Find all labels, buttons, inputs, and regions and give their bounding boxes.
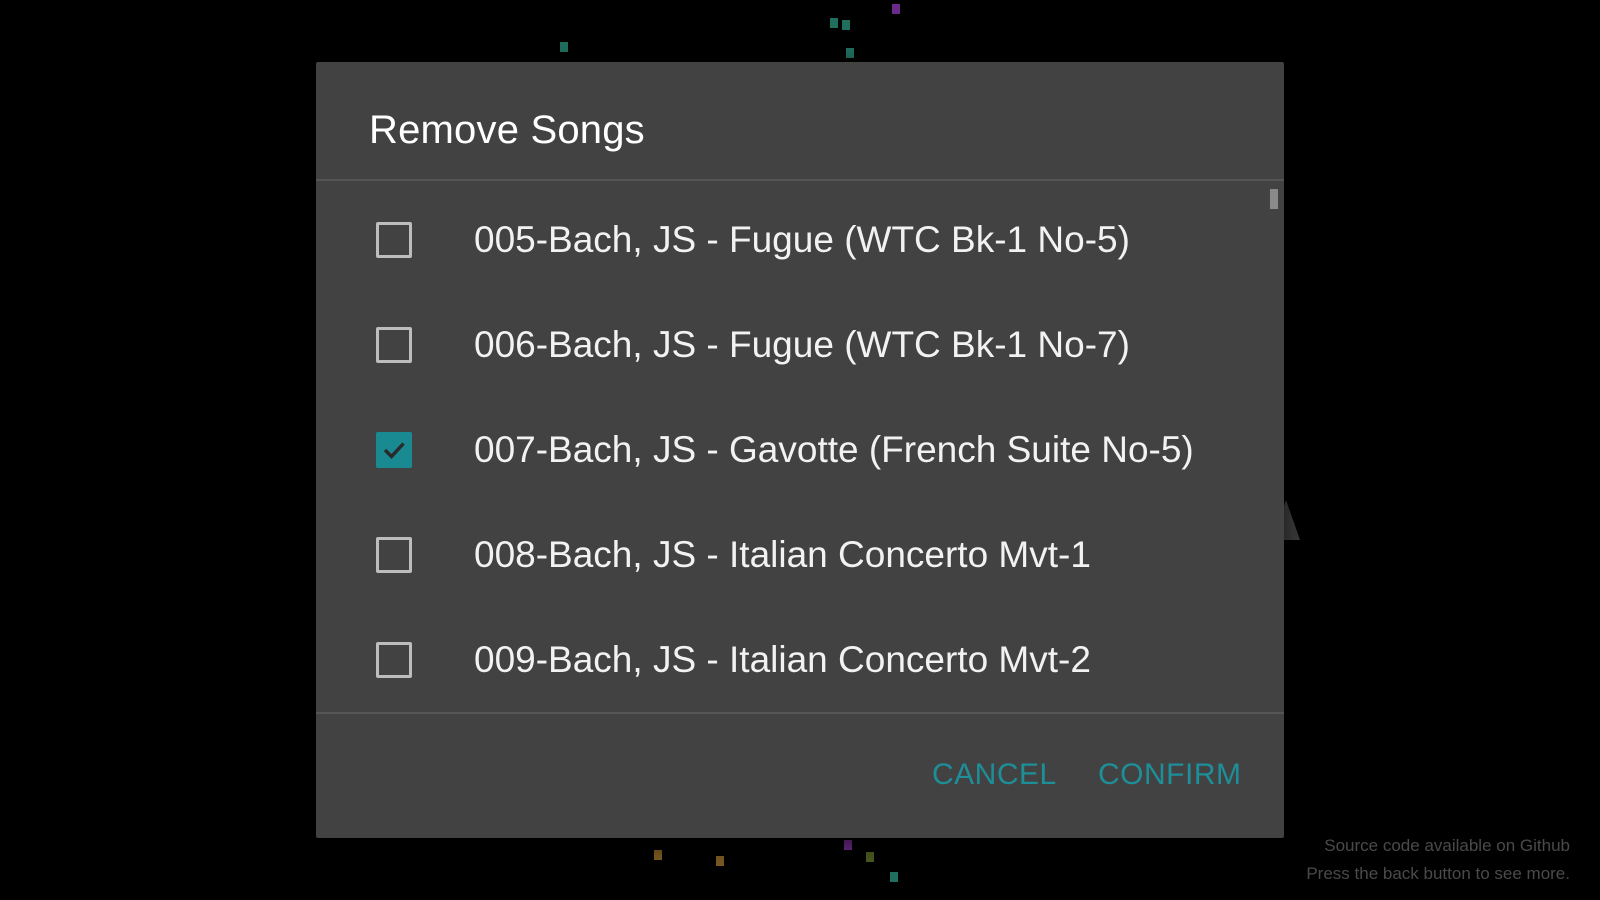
dialog-title: Remove Songs: [369, 108, 645, 152]
app-background: Remove Songs 005-Bach, JS - Fugue (WTC B…: [0, 0, 1600, 900]
song-checkbox[interactable]: [376, 641, 412, 678]
remove-songs-dialog: Remove Songs 005-Bach, JS - Fugue (WTC B…: [316, 62, 1284, 838]
background-particle: [560, 42, 568, 52]
song-row[interactable]: 008-Bach, JS - Italian Concerto Mvt-1: [316, 502, 1256, 607]
background-particle: [892, 4, 900, 14]
list-scrollbar[interactable]: [1270, 189, 1278, 209]
song-list[interactable]: 005-Bach, JS - Fugue (WTC Bk-1 No-5) 006-…: [316, 181, 1284, 712]
background-particle: [846, 48, 854, 58]
song-row[interactable]: 006-Bach, JS - Fugue (WTC Bk-1 No-7): [316, 292, 1256, 397]
song-label: 005-Bach, JS - Fugue (WTC Bk-1 No-5): [474, 218, 1130, 260]
background-particle: [844, 840, 852, 850]
song-checkbox[interactable]: [376, 431, 412, 468]
check-icon: [383, 441, 405, 459]
song-checkbox[interactable]: [376, 221, 412, 258]
confirm-button[interactable]: CONFIRM: [1090, 752, 1249, 798]
song-row[interactable]: 007-Bach, JS - Gavotte (French Suite No-…: [316, 397, 1256, 502]
background-particle: [890, 872, 898, 882]
cancel-button[interactable]: CANCEL: [924, 752, 1065, 798]
background-particle: [830, 18, 838, 28]
footer-note: Source code available on Github Press th…: [1306, 832, 1570, 888]
footer-line-source: Source code available on Github: [1324, 836, 1570, 855]
background-particle: [716, 856, 724, 866]
song-label: 006-Bach, JS - Fugue (WTC Bk-1 No-7): [474, 323, 1130, 365]
footer-line-back: Press the back button to see more.: [1306, 864, 1570, 883]
background-particle: [866, 852, 874, 862]
song-label: 008-Bach, JS - Italian Concerto Mvt-1: [474, 533, 1091, 575]
song-row[interactable]: 005-Bach, JS - Fugue (WTC Bk-1 No-5): [316, 187, 1256, 292]
song-row[interactable]: 009-Bach, JS - Italian Concerto Mvt-2: [316, 607, 1256, 712]
song-checkbox[interactable]: [376, 536, 412, 573]
background-particle: [654, 850, 662, 860]
song-label: 009-Bach, JS - Italian Concerto Mvt-2: [474, 638, 1091, 680]
background-particle: [842, 20, 850, 30]
song-label: 007-Bach, JS - Gavotte (French Suite No-…: [474, 428, 1194, 470]
song-checkbox[interactable]: [376, 326, 412, 363]
dialog-actions: CANCEL CONFIRM: [316, 714, 1284, 838]
